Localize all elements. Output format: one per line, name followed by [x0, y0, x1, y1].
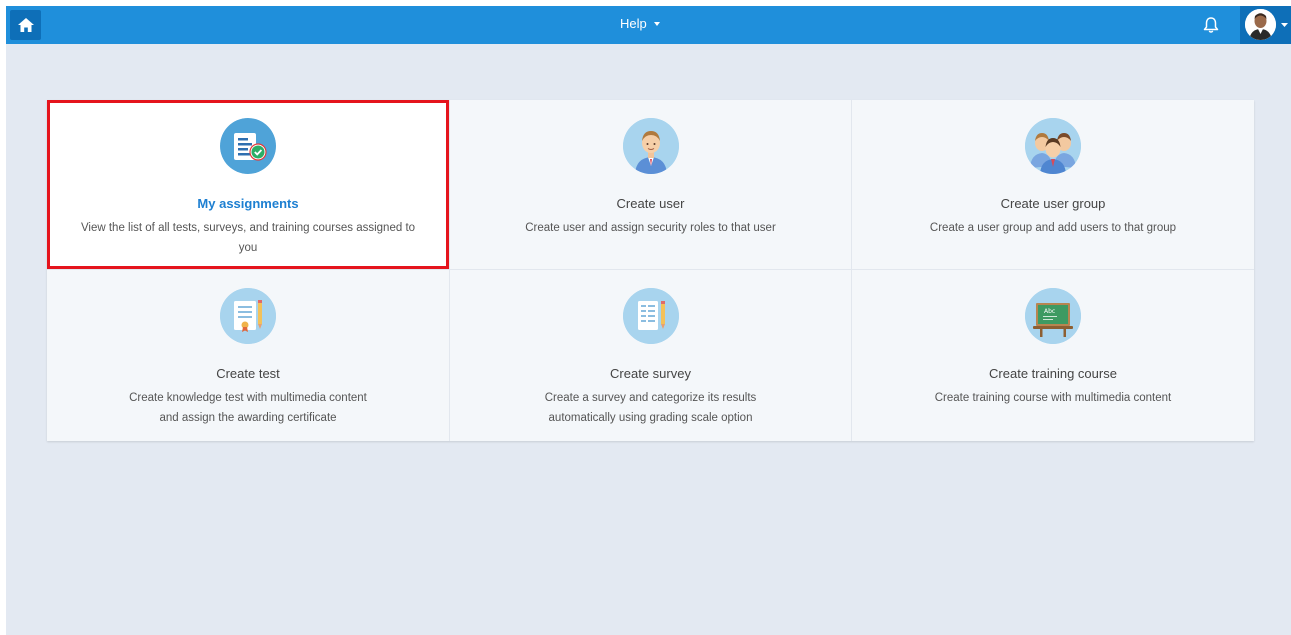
tile-create-user[interactable]: Create user Create user and assign secur… — [450, 100, 852, 270]
tile-create-training-course[interactable]: Abc Create training course Create traini… — [852, 270, 1254, 441]
tile-title: Create test — [216, 366, 280, 381]
tile-description-line: Create training course with multimedia c… — [934, 392, 1172, 404]
user-menu[interactable] — [1240, 6, 1291, 44]
tile-description: Create user and assign security roles to… — [460, 218, 841, 238]
tile-title: Create survey — [610, 366, 691, 381]
tile-description: Create a survey and categorize its resul… — [460, 388, 841, 428]
assignments-icon — [220, 118, 276, 174]
tile-description: Create a user group and add users to tha… — [862, 218, 1244, 238]
chevron-down-icon — [653, 21, 660, 26]
home-button[interactable] — [10, 10, 41, 40]
tile-description-line: automatically using grading scale option — [548, 412, 753, 424]
tile-create-user-group[interactable]: Create user group Create a user group an… — [852, 100, 1254, 270]
tile-description-line: Create a user group and add users to tha… — [929, 222, 1177, 234]
tile-create-survey[interactable]: Create survey Create a survey and catego… — [450, 270, 852, 441]
tile-description-line: you — [238, 242, 258, 254]
tile-create-test[interactable]: Create test Create knowledge test with m… — [47, 270, 450, 441]
tile-description: View the list of all tests, surveys, and… — [57, 218, 439, 258]
app-frame: Help My assignments View the list of all… — [6, 6, 1291, 635]
tile-title: Create user — [616, 196, 685, 211]
help-label: Help — [620, 16, 647, 31]
bell-icon[interactable] — [1202, 16, 1220, 34]
survey-icon — [622, 288, 679, 344]
certificate-icon — [220, 288, 276, 344]
user-icon — [622, 118, 679, 174]
tile-description: Create training course with multimedia c… — [862, 388, 1244, 408]
tile-title: My assignments — [197, 196, 299, 211]
tile-description-line: Create a survey and categorize its resul… — [544, 392, 757, 404]
help-menu[interactable]: Help — [620, 16, 660, 31]
chevron-down-icon — [1281, 23, 1288, 27]
tile-description: Create knowledge test with multimedia co… — [57, 388, 439, 428]
avatar — [1245, 9, 1276, 40]
chalkboard-icon: Abc — [1025, 288, 1081, 344]
tile-description-line: Create user and assign security roles to… — [525, 222, 776, 234]
tile-my-assignments[interactable]: My assignments View the list of all test… — [47, 100, 450, 270]
top-bar: Help — [6, 6, 1291, 44]
quick-actions-grid: My assignments View the list of all test… — [47, 100, 1254, 441]
tile-description-line: View the list of all tests, surveys, and… — [80, 222, 416, 234]
user-group-icon — [1025, 118, 1081, 174]
tile-title: Create training course — [989, 366, 1117, 381]
tile-description-line: and assign the awarding certificate — [159, 412, 337, 424]
chalkboard-text: Abc — [1044, 308, 1055, 315]
home-icon — [17, 18, 34, 32]
tile-title: Create user group — [1000, 196, 1106, 211]
user-avatar-image — [1245, 9, 1276, 40]
tile-description-line: Create knowledge test with multimedia co… — [129, 392, 367, 404]
